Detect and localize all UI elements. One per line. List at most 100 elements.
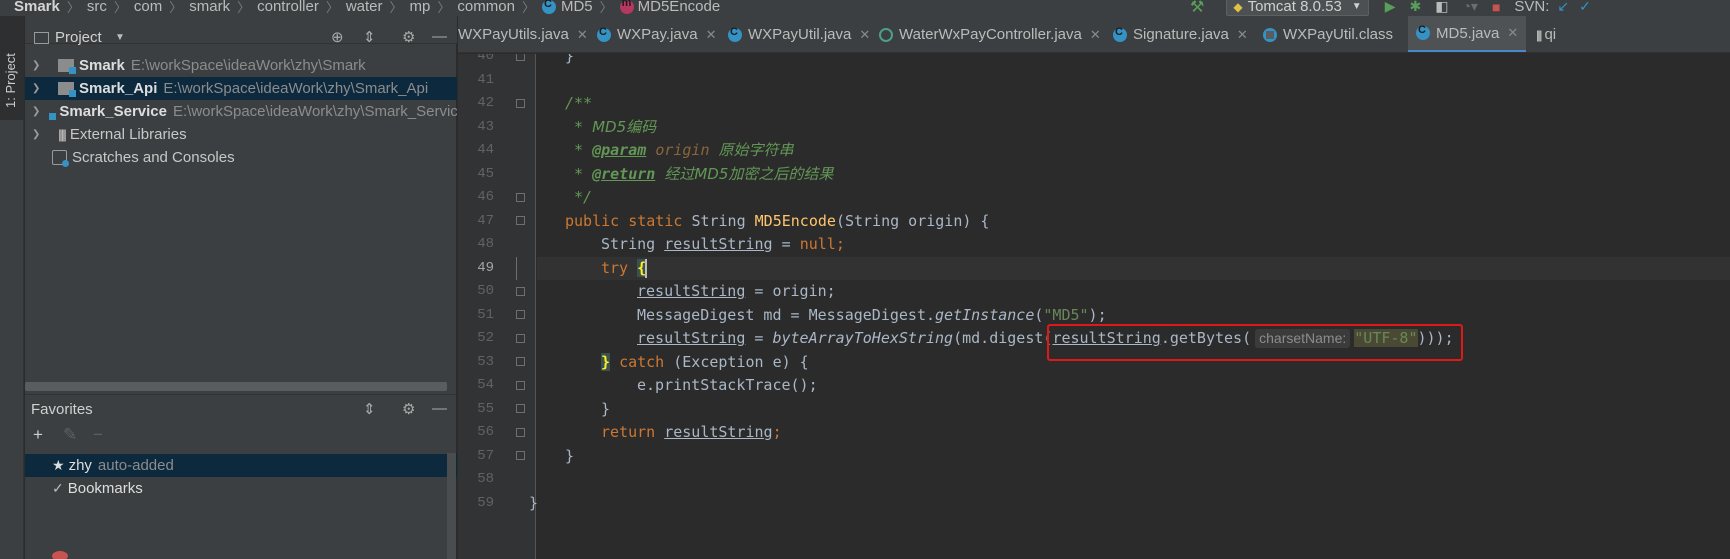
tree-item-smark-api[interactable]: ❯ Smark_Api E:\workSpace\ideaWork\zhy\Sm… bbox=[25, 77, 457, 100]
chevron-right-icon[interactable]: ❯ bbox=[32, 83, 44, 94]
chevron-right-icon[interactable]: ❯ bbox=[32, 129, 44, 140]
tab-waterwxpaycontroller-java[interactable]: WaterWxPayController.java ✕ bbox=[879, 16, 1101, 52]
collapse-all-icon[interactable]: ⇕ bbox=[363, 400, 376, 418]
breadcrumb-class-label: MD5 bbox=[560, 0, 593, 15]
close-icon[interactable]: ✕ bbox=[1507, 25, 1518, 41]
fold-marker-icon[interactable] bbox=[516, 193, 525, 202]
line-number: 40 bbox=[477, 54, 494, 64]
gear-icon[interactable]: ⚙ bbox=[402, 400, 415, 418]
breadcrumb-item-method[interactable]: MD5Encode bbox=[619, 0, 720, 15]
chevron-right-icon[interactable]: ❯ bbox=[32, 106, 40, 117]
code-line-43[interactable]: * MD5编码 bbox=[565, 116, 656, 140]
coverage-icon[interactable]: ◧ bbox=[1435, 0, 1448, 15]
fold-marker-icon[interactable] bbox=[516, 99, 525, 108]
chevron-right-icon: 〉 bbox=[437, 0, 451, 15]
breadcrumb-item-project[interactable]: Smark bbox=[14, 0, 60, 15]
tree-item-external-libraries[interactable]: ❯ ||||| External Libraries bbox=[25, 123, 457, 146]
line-number: 41 bbox=[477, 71, 494, 88]
gear-icon[interactable]: ⚙ bbox=[402, 28, 415, 46]
tab-md5-java[interactable]: MD5.java ✕ bbox=[1408, 16, 1527, 52]
collapse-all-icon[interactable]: ⇕ bbox=[363, 28, 376, 46]
tree-item-path: E:\workSpace\ideaWork\zhy\Smark_Service bbox=[172, 103, 457, 120]
fold-marker-icon[interactable] bbox=[516, 54, 525, 61]
code-line-49[interactable]: try { bbox=[601, 257, 647, 281]
code-line-42[interactable]: /** bbox=[565, 92, 592, 116]
fold-marker-icon[interactable] bbox=[516, 310, 525, 319]
code-line-55[interactable]: } bbox=[601, 398, 610, 422]
fold-marker-icon[interactable] bbox=[516, 381, 525, 390]
hide-icon[interactable]: — bbox=[432, 28, 447, 45]
fold-marker-icon[interactable] bbox=[516, 334, 525, 343]
debug-icon[interactable]: ✱ bbox=[1409, 0, 1421, 15]
close-icon[interactable]: ✕ bbox=[1090, 27, 1101, 43]
code-line-47[interactable]: public static String MD5Encode(String or… bbox=[565, 210, 989, 234]
breadcrumb-item-mp[interactable]: mp bbox=[410, 0, 431, 15]
fold-marker-icon[interactable] bbox=[516, 428, 525, 437]
hammer-icon[interactable]: ⚒ bbox=[1190, 0, 1204, 16]
code-line-51[interactable]: MessageDigest md = MessageDigest.getInst… bbox=[637, 304, 1107, 328]
fold-marker-icon[interactable] bbox=[516, 287, 525, 296]
project-view-selector[interactable]: Project bbox=[55, 29, 102, 46]
tab-wxpayutils-java[interactable]: WXPayUtils.java ✕ bbox=[458, 16, 588, 52]
fold-marker-icon[interactable] bbox=[516, 451, 525, 460]
line-number: 51 bbox=[477, 306, 494, 323]
close-icon[interactable]: ✕ bbox=[1237, 27, 1248, 43]
breadcrumb-item-controller[interactable]: controller bbox=[257, 0, 319, 15]
code-line-45[interactable]: * @return 经过MD5加密之后的结果 bbox=[565, 163, 833, 187]
favorites-item-bookmarks[interactable]: ✓ Bookmarks bbox=[25, 477, 457, 500]
tab-wxpayutil-java[interactable]: WXPayUtil.java ✕ bbox=[728, 16, 870, 52]
code-line-40[interactable]: } bbox=[565, 54, 574, 69]
code-line-48[interactable]: String resultString = null; bbox=[601, 233, 845, 257]
fold-marker-icon[interactable] bbox=[516, 357, 525, 366]
code-editor[interactable]: 40 41 42 43 44 45 46 47 48 49 50 51 52 5… bbox=[458, 54, 1730, 559]
locate-icon[interactable]: ⊕ bbox=[331, 28, 344, 46]
breadcrumb-item-smark[interactable]: smark bbox=[189, 0, 230, 15]
class-icon bbox=[1416, 24, 1430, 40]
library-icon: ||||| bbox=[58, 127, 67, 142]
fold-marker-icon[interactable] bbox=[516, 404, 525, 413]
code-line-59[interactable]: } bbox=[529, 492, 538, 516]
project-tool-window-button[interactable]: 1: Project bbox=[0, 16, 24, 120]
tab-qi[interactable]: |||| qi bbox=[1536, 16, 1556, 52]
code-comment bbox=[646, 141, 655, 159]
close-icon[interactable]: ✕ bbox=[706, 27, 717, 43]
stop-icon[interactable]: ■ bbox=[1492, 0, 1500, 15]
tree-item-smark-service[interactable]: ❯ Smark_Service E:\workSpace\ideaWork\zh… bbox=[25, 100, 457, 123]
fold-marker-icon[interactable] bbox=[516, 216, 525, 225]
remove-icon[interactable]: − bbox=[93, 425, 103, 445]
profile-icon[interactable]: ◔▾ bbox=[1462, 0, 1477, 15]
code-line-44[interactable]: * @param origin 原始字符串 bbox=[565, 139, 794, 163]
tab-wxpay-java[interactable]: WXPay.java ✕ bbox=[597, 16, 717, 52]
run-icon[interactable]: ▶ bbox=[1385, 0, 1396, 15]
tab-signature-java[interactable]: Signature.java ✕ bbox=[1113, 16, 1248, 52]
vcs-change-marker[interactable] bbox=[516, 257, 522, 280]
editor-gutter[interactable]: 40 41 42 43 44 45 46 47 48 49 50 51 52 5… bbox=[458, 54, 536, 559]
close-icon[interactable]: ✕ bbox=[577, 27, 588, 43]
tab-wxpayutil-class[interactable]: WXPayUtil.class bbox=[1263, 16, 1393, 52]
svn-commit-icon[interactable]: ✓ bbox=[1579, 0, 1591, 15]
favorites-item-zhy[interactable]: ★ zhy auto-added bbox=[25, 454, 457, 477]
svn-update-icon[interactable]: ↙ bbox=[1557, 0, 1569, 15]
breadcrumb-item-src[interactable]: src bbox=[87, 0, 107, 15]
breadcrumb-item-water[interactable]: water bbox=[346, 0, 383, 15]
vertical-scrollbar[interactable] bbox=[447, 453, 456, 559]
tree-item-scratches[interactable]: Scratches and Consoles bbox=[25, 146, 457, 169]
code-line-56[interactable]: return resultString; bbox=[601, 421, 782, 445]
close-icon[interactable]: ✕ bbox=[859, 27, 870, 43]
code-line-53[interactable]: } catch (Exception e) { bbox=[601, 351, 809, 375]
horizontal-scrollbar[interactable] bbox=[25, 382, 447, 391]
breadcrumb-item-common[interactable]: common bbox=[457, 0, 515, 15]
code-line-54[interactable]: e.printStackTrace(); bbox=[637, 374, 818, 398]
hide-icon[interactable]: — bbox=[432, 400, 447, 417]
breadcrumb-item-com[interactable]: com bbox=[134, 0, 162, 15]
chevron-right-icon[interactable]: ❯ bbox=[32, 60, 44, 71]
add-icon[interactable]: + bbox=[33, 425, 43, 445]
code-line-57[interactable]: } bbox=[565, 445, 574, 469]
run-configuration-selector[interactable]: ◆ Tomcat 8.0.53 ▼ bbox=[1226, 0, 1369, 16]
edit-icon[interactable]: ✎ bbox=[63, 425, 77, 445]
chevron-down-icon[interactable]: ▼ bbox=[115, 32, 125, 43]
breadcrumb-item-class[interactable]: MD5 bbox=[541, 0, 593, 15]
tree-item-smark[interactable]: ❯ Smark E:\workSpace\ideaWork\zhy\Smark bbox=[25, 54, 457, 77]
code-line-50[interactable]: resultString = origin; bbox=[637, 280, 836, 304]
code-line-46[interactable]: */ bbox=[565, 186, 592, 210]
